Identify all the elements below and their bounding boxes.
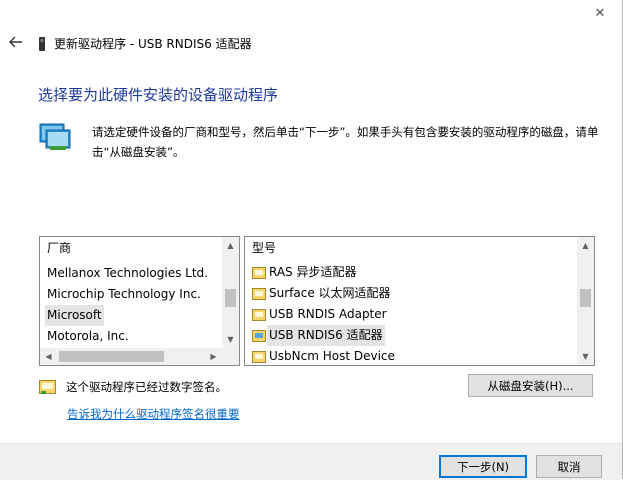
manufacturer-item[interactable]: Mellanox Technologies Ltd. xyxy=(40,263,221,284)
scroll-left-icon[interactable]: ◀ xyxy=(40,348,57,365)
model-item[interactable]: RAS 异步适配器 xyxy=(245,262,576,283)
window-title-row: 更新驱动程序 - USB RNDIS6 适配器 xyxy=(38,35,252,52)
manufacturer-item[interactable]: Motorola, Inc. xyxy=(40,326,221,347)
driver-signing-info-link[interactable]: 告诉我为什么驱动程序签名很重要 xyxy=(67,406,240,422)
cancel-button[interactable]: 取消 xyxy=(536,455,602,478)
manufacturer-item-label: Mellanox Technologies Ltd. xyxy=(47,266,208,280)
model-item[interactable]: Surface 以太网适配器 xyxy=(245,283,576,304)
model-item-label: UsbNcm Host Device xyxy=(269,349,395,363)
model-item-label: USB RNDIS Adapter xyxy=(269,307,387,321)
scroll-thumb[interactable] xyxy=(59,351,164,362)
scroll-up-icon[interactable]: ▲ xyxy=(222,237,239,254)
scroll-down-icon[interactable]: ▼ xyxy=(222,331,239,348)
footer-bar xyxy=(0,443,622,480)
manufacturer-column-header: 厂商 xyxy=(47,241,72,255)
manufacturer-horizontal-scrollbar[interactable]: ◀ ▶ xyxy=(40,348,222,365)
manufacturer-vertical-scrollbar[interactable]: ▲ ▼ xyxy=(222,237,239,348)
manufacturer-item-label: Motorola, Inc. xyxy=(47,329,129,343)
next-button[interactable]: 下一步(N) xyxy=(439,455,527,478)
manufacturer-item-label: Microsoft xyxy=(45,305,104,326)
close-icon: ✕ xyxy=(594,5,606,21)
back-arrow-icon xyxy=(9,36,22,48)
have-disk-button[interactable]: 从磁盘安装(H)... xyxy=(468,374,593,397)
model-item-label: USB RNDIS6 适配器 xyxy=(267,325,385,346)
back-button[interactable] xyxy=(6,32,26,52)
model-item[interactable]: UsbNcm Host Device xyxy=(245,346,576,365)
signed-driver-icon xyxy=(39,379,56,394)
scroll-down-icon[interactable]: ▼ xyxy=(577,348,594,365)
scrollbar-corner xyxy=(222,348,239,365)
model-column-header: 型号 xyxy=(252,241,277,255)
model-item-label: Surface 以太网适配器 xyxy=(269,286,391,300)
signed-driver-icon xyxy=(252,266,266,279)
manufacturer-item[interactable]: Microchip Technology Inc. xyxy=(40,284,221,305)
window-title: 更新驱动程序 - USB RNDIS6 适配器 xyxy=(54,37,252,51)
model-listbox[interactable]: 型号 RAS 异步适配器 Surface 以太网适配器 USB RNDIS Ad… xyxy=(244,236,595,366)
model-vertical-scrollbar[interactable]: ▲ ▼ xyxy=(577,237,594,365)
manufacturer-item-label: Microchip Technology Inc. xyxy=(47,287,201,301)
scroll-thumb[interactable] xyxy=(580,289,591,307)
signed-driver-icon xyxy=(252,350,266,363)
usb-device-icon xyxy=(39,36,45,51)
signed-driver-icon xyxy=(252,308,266,321)
model-item[interactable]: USB RNDIS Adapter xyxy=(245,304,576,325)
model-item-label: RAS 异步适配器 xyxy=(269,265,357,279)
signature-status-text: 这个驱动程序已经过数字签名。 xyxy=(66,380,227,394)
signature-status-row: 这个驱动程序已经过数字签名。 xyxy=(39,379,227,395)
model-item-selected[interactable]: USB RNDIS6 适配器 xyxy=(245,325,576,346)
instructions-text: 请选定硬件设备的厂商和型号，然后单击“下一步”。如果手头有包含要安装的驱动程序的… xyxy=(92,125,599,159)
signed-driver-icon xyxy=(252,329,266,342)
manufacturer-listbox[interactable]: 厂商 Mellanox Technologies Ltd. Microchip … xyxy=(39,236,240,366)
page-heading: 选择要为此硬件安装的设备驱动程序 xyxy=(38,86,279,104)
signed-driver-icon xyxy=(252,287,266,300)
scroll-right-icon[interactable]: ▶ xyxy=(205,348,222,365)
scroll-up-icon[interactable]: ▲ xyxy=(577,237,594,254)
scroll-thumb[interactable] xyxy=(225,289,236,307)
network-adapter-icon xyxy=(39,123,71,150)
close-button[interactable]: ✕ xyxy=(577,0,623,26)
manufacturer-item-selected[interactable]: Microsoft xyxy=(40,305,221,326)
